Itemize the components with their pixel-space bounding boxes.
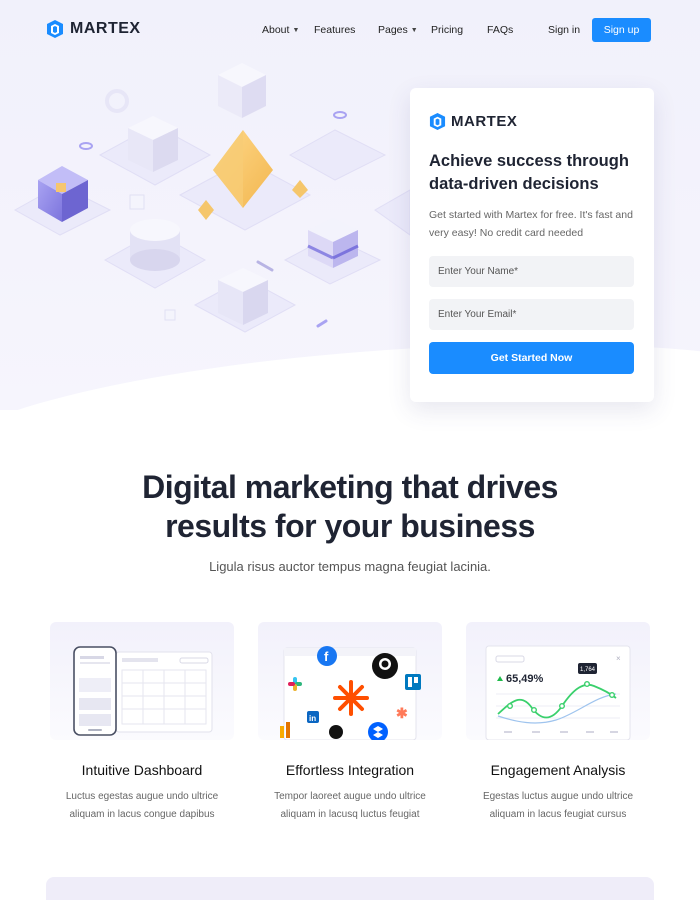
name-placeholder: Enter Your Name* — [438, 266, 519, 277]
sign-in-link[interactable]: Sign in — [548, 24, 580, 36]
feature-desc-line1: Luctus egestas augue undo ultrice — [65, 791, 219, 802]
logo-icon — [47, 20, 63, 38]
section-title-line2: results for your business — [165, 508, 535, 544]
navbar: MARTEX About ▼ Features Pages ▼ Pricing FA… — [0, 0, 700, 60]
analysis-percent: 65,49% — [506, 673, 544, 685]
analysis-tooltip: 1,764 — [580, 667, 596, 673]
feature-desc: Egestas luctus augue undo ultrice aliqua… — [466, 788, 650, 824]
feature-desc-line2: aliquam in lacus congue dapibus — [69, 809, 215, 820]
nav-pricing-label: Pricing — [431, 24, 464, 36]
nav-about-label: About — [262, 24, 290, 36]
feature-desc-line2: aliquam in lacusq luctus feugiat — [280, 809, 420, 820]
feature-title: Effortless Integration — [285, 762, 415, 778]
feature-desc: Luctus egestas augue undo ultrice aliqua… — [50, 788, 234, 824]
feature-desc-line1: Tempor laoreet augue undo ultrice — [274, 791, 426, 802]
bottom-banner — [46, 877, 654, 900]
nav-pages-label: Pages — [378, 24, 408, 36]
nav-features-label: Features — [314, 24, 356, 36]
nav-pricing[interactable]: Pricing — [431, 24, 463, 36]
brand-logo[interactable]: MARTEX — [46, 20, 141, 38]
feature-card-integration: f in ✱ Effortless Integration Tempor lao… — [258, 622, 442, 824]
form-title: Achieve success through data-driven deci… — [429, 152, 629, 193]
nav-faqs-label: FAQs — [487, 24, 514, 36]
form-subtitle: Get started with Martex for free. It's f… — [429, 209, 633, 239]
svg-text:f: f — [324, 649, 329, 664]
nav-features[interactable]: Features — [314, 24, 355, 36]
line-chart-icon: × 65,49% 1,764 — [485, 645, 631, 740]
feature-desc-line2: aliquam in lacus feugiat cursus — [489, 809, 627, 820]
dashboard-mockup-icon — [73, 646, 213, 736]
get-started-button[interactable]: Get Started Now — [429, 342, 634, 374]
nav-about[interactable]: About ▼ — [262, 24, 299, 36]
svg-text:✱: ✱ — [396, 705, 408, 721]
feature-title: Intuitive Dashboard — [81, 762, 203, 778]
integration-logos-icon: f in ✱ — [280, 646, 421, 740]
email-input[interactable]: Enter Your Email* — [429, 299, 634, 330]
form-brand-name: MARTEX — [451, 113, 518, 130]
nav-pages[interactable]: Pages ▼ — [378, 24, 418, 36]
feature-desc: Tempor laoreet augue undo ultrice aliqua… — [258, 788, 442, 824]
svg-text:in: in — [309, 714, 316, 723]
email-placeholder: Enter Your Email* — [438, 309, 517, 320]
sign-up-button[interactable]: Sign up — [592, 18, 651, 42]
logo-icon — [429, 113, 446, 130]
feature-card-dashboard: Intuitive Dashboard Luctus egestas augue… — [50, 622, 234, 824]
brand-name: MARTEX — [70, 20, 141, 37]
feature-desc-line1: Egestas luctus augue undo ultrice — [482, 791, 634, 802]
signup-form-card: MARTEX Achieve success through data-driv… — [410, 88, 654, 402]
section-title: Digital marketing that drives results fo… — [0, 468, 700, 546]
caret-down-icon: ▼ — [292, 26, 300, 34]
section-title-line1: Digital marketing that drives — [142, 469, 558, 505]
section-subtitle: Ligula risus auctor tempus magna feugiat… — [209, 559, 491, 574]
svg-text:×: × — [616, 654, 621, 663]
feature-card-analysis: × 65,49% 1,764 Engagement Analysis Egest… — [466, 622, 650, 824]
integration-illustration: f in ✱ — [258, 622, 442, 740]
form-brand-logo: MARTEX — [429, 113, 517, 130]
nav-faqs[interactable]: FAQs — [487, 24, 513, 36]
sign-in-label: Sign in — [548, 24, 581, 36]
analysis-illustration: × 65,49% 1,764 — [466, 622, 650, 740]
hero-illustration — [13, 63, 410, 333]
dashboard-illustration — [50, 622, 234, 740]
caret-down-icon: ▼ — [410, 26, 418, 34]
feature-title: Engagement Analysis — [490, 762, 626, 778]
name-input[interactable]: Enter Your Name* — [429, 256, 634, 287]
